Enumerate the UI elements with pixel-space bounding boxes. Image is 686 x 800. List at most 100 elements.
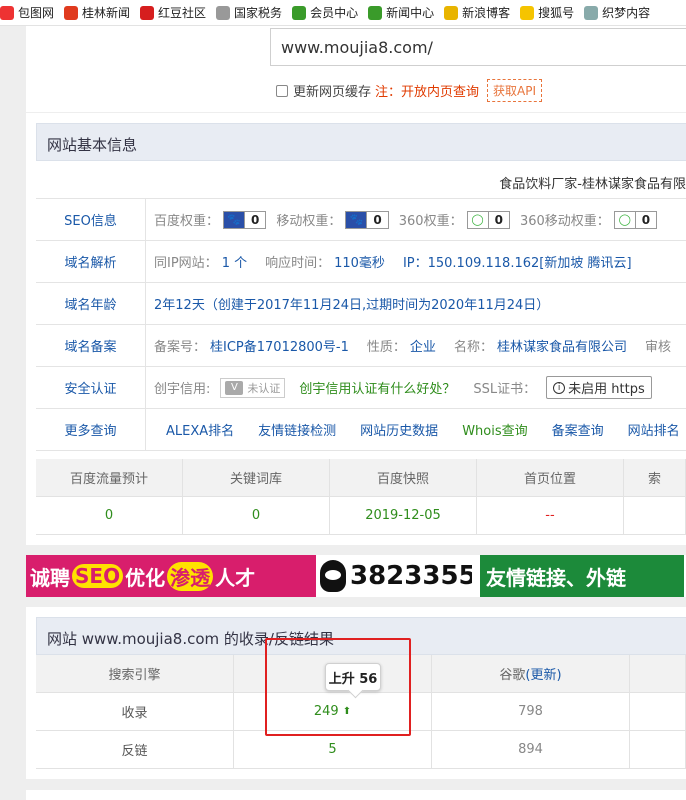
mobile-weight-badge[interactable]: 🐾 0	[345, 210, 389, 229]
credit-benefit-link[interactable]: 创宇信用认证有什么好处？	[299, 378, 455, 397]
ad-text: 友情链接、外链	[486, 565, 626, 590]
baidu-backlink-cell[interactable]: 5	[234, 731, 432, 769]
header-extra	[630, 655, 686, 693]
age-values: 2年12天（创建于2017年11月24日,过期时间为2020年11月24日）	[146, 294, 567, 313]
row-name: 收录	[36, 693, 234, 731]
basic-info-title: 网站基本信息	[36, 123, 686, 161]
baidu-paw-icon: 🐾	[346, 211, 367, 228]
bookmark-label: 红豆社区	[158, 6, 207, 20]
security-label[interactable]: 安全认证	[36, 367, 146, 408]
bookmark-item[interactable]: 红豆社区	[140, 4, 206, 21]
stats-value-cell: --	[477, 497, 624, 535]
seo-row: SEO信息 百度权重： 🐾 0 移动权重： 🐾 0 360权重： ◯ 0 360移动权…	[36, 199, 686, 241]
bookmark-item[interactable]: 搜狐号	[520, 4, 574, 21]
ad-text: SEO	[72, 564, 124, 588]
same-ip-link[interactable]: 1 个	[222, 252, 247, 271]
bookmark-label: 新闻中心	[386, 6, 435, 20]
stats-values: 0 0 2019-12-05 --	[36, 497, 686, 535]
mobile-weight-key: 移动权重：	[276, 214, 342, 229]
dns-label[interactable]: 域名解析	[36, 241, 146, 282]
360-mobile-weight-badge[interactable]: ◯ 0	[613, 210, 658, 229]
sina-icon	[444, 5, 459, 20]
more-link-rank[interactable]: 网站排名	[628, 420, 680, 439]
more-link-icp[interactable]: 备案查询	[552, 420, 604, 439]
ip-link[interactable]: IP：150.109.118.162[新加坡 腾讯云]	[403, 252, 632, 271]
bookmark-label: 新浪博客	[462, 6, 511, 20]
stats-header: 百度流量预计 关键词库 百度快照 首页位置 索	[36, 459, 686, 497]
extra-cell	[630, 693, 686, 731]
qq-penguin-icon	[320, 560, 346, 592]
ad-recruit[interactable]: 诚聘 SEO 优化 渗透 人才	[26, 555, 316, 597]
bookmark-item[interactable]: 国家税务	[216, 4, 282, 21]
icp-type-value: 企业	[409, 340, 436, 355]
bookmark-label: 包图网	[18, 6, 55, 20]
security-values: 创宇信用: V 未认证 创宇信用认证有什么好处？ SSL证书： i 未启用 http…	[146, 376, 652, 399]
360-weight-badge[interactable]: ◯ 0	[466, 210, 510, 229]
ssl-status[interactable]: i 未启用 https	[546, 376, 652, 399]
response-time-value: 110毫秒	[334, 256, 385, 271]
credit-key: 创宇信用:	[154, 382, 211, 397]
refresh-cache-checkbox[interactable]	[276, 84, 288, 97]
360-ring-icon: ◯	[467, 211, 488, 228]
row-name: 反链	[36, 731, 234, 769]
more-row: 更多查询 ALEXA排名 友情链接检测 网站历史数据 Whois查询 备案查询 …	[36, 409, 686, 451]
more-link-whois[interactable]: Whois查询	[462, 420, 527, 439]
stats-header-cell: 关键词库	[183, 459, 330, 497]
icp-extra-key: 审核	[644, 340, 671, 355]
domain-age-value: 2年12天（创建于2017年11月24日,过期时间为2020年11月24日）	[154, 298, 550, 313]
ad-banner[interactable]: 诚聘 SEO 优化 渗透 人才 3823355 友情链接、外链	[26, 555, 686, 597]
age-label[interactable]: 域名年龄	[36, 283, 146, 324]
dede-icon	[584, 5, 599, 20]
get-api-button[interactable]: 获取API	[487, 79, 543, 102]
bookmark-item[interactable]: 新浪博客	[444, 4, 510, 21]
baidu-weight-key: 百度权重：	[154, 214, 220, 229]
stats-table: 百度流量预计 关键词库 百度快照 首页位置 索 0 0 2019-12-05 -…	[36, 459, 686, 535]
icp-type-key: 性质：	[366, 340, 406, 355]
inner-page-note[interactable]: 注：开放内页查询	[375, 81, 479, 100]
security-row: 安全认证 创宇信用: V 未认证 创宇信用认证有什么好处？ SSL证书： i 未启用…	[36, 367, 686, 409]
bookmark-item[interactable]: 桂林新闻	[64, 4, 130, 21]
bookmark-label: 桂林新闻	[82, 6, 131, 20]
google-index-cell[interactable]: 798	[432, 693, 630, 731]
guilin-news-icon	[64, 5, 79, 20]
icp-label[interactable]: 域名备案	[36, 325, 146, 366]
more-link-friend-links[interactable]: 友情链接检测	[258, 420, 336, 439]
leaf-icon	[292, 5, 307, 20]
bookmark-item[interactable]: 包图网	[0, 4, 54, 21]
seo-label[interactable]: SEO信息	[36, 199, 146, 240]
stats-value-cell[interactable]: 2019-12-05	[330, 497, 477, 535]
header-engine: 搜索引擎	[36, 655, 234, 693]
uncertified-badge[interactable]: V 未认证	[220, 377, 286, 398]
basic-info-card: 网站基本信息 食品饮料厂家-桂林谋家食品有限 SEO信息 百度权重： 🐾 0 移动…	[26, 113, 686, 545]
google-update-link[interactable]: (更新)	[525, 664, 561, 683]
more-label[interactable]: 更多查询	[36, 409, 146, 450]
icp-no-value[interactable]: 桂ICP备17012800号-1	[210, 336, 349, 355]
same-ip-key: 同IP网站：	[154, 256, 218, 271]
360-weight-key: 360权重：	[398, 214, 463, 229]
icp-values: 备案号： 桂ICP备17012800号-1 性质： 企业 名称： 桂林谋家食品有…	[146, 336, 675, 355]
ad-text: 诚聘	[30, 565, 70, 590]
baidu-weight-badge[interactable]: 🐾 0	[223, 210, 267, 229]
bookmark-item[interactable]: 织梦内容	[584, 4, 650, 21]
header-google-label: 谷歌	[499, 668, 526, 683]
google-backlink-cell[interactable]: 894	[432, 731, 630, 769]
more-link-alexa[interactable]: ALEXA排名	[166, 420, 234, 439]
more-link-history[interactable]: 网站历史数据	[360, 420, 438, 439]
stats-value-cell	[624, 497, 686, 535]
bookmark-label: 会员中心	[310, 6, 359, 20]
sohu-icon	[520, 5, 535, 20]
more-links: ALEXA排名 友情链接检测 网站历史数据 Whois查询 备案查询 网站排名	[146, 420, 686, 439]
page-icon	[216, 5, 231, 20]
url-input[interactable]: www.moujia8.com/	[270, 28, 686, 66]
refresh-row: 更新网页缓存 注：开放内页查询 获取API	[276, 79, 543, 102]
ssl-key: SSL证书：	[473, 382, 537, 397]
baidu-paw-icon: 🐾	[224, 211, 245, 228]
ad-text: 人才	[215, 565, 256, 590]
refresh-cache-label: 更新网页缓存	[293, 85, 372, 100]
bookmark-item[interactable]: 会员中心	[292, 4, 358, 21]
baotu-icon	[0, 5, 14, 20]
ad-links[interactable]: 友情链接、外链	[480, 555, 684, 597]
ad-qq[interactable]: 3823355	[316, 555, 472, 597]
bookmark-item[interactable]: 新闻中心	[368, 4, 434, 21]
bookmark-label: 搜狐号	[538, 6, 575, 20]
